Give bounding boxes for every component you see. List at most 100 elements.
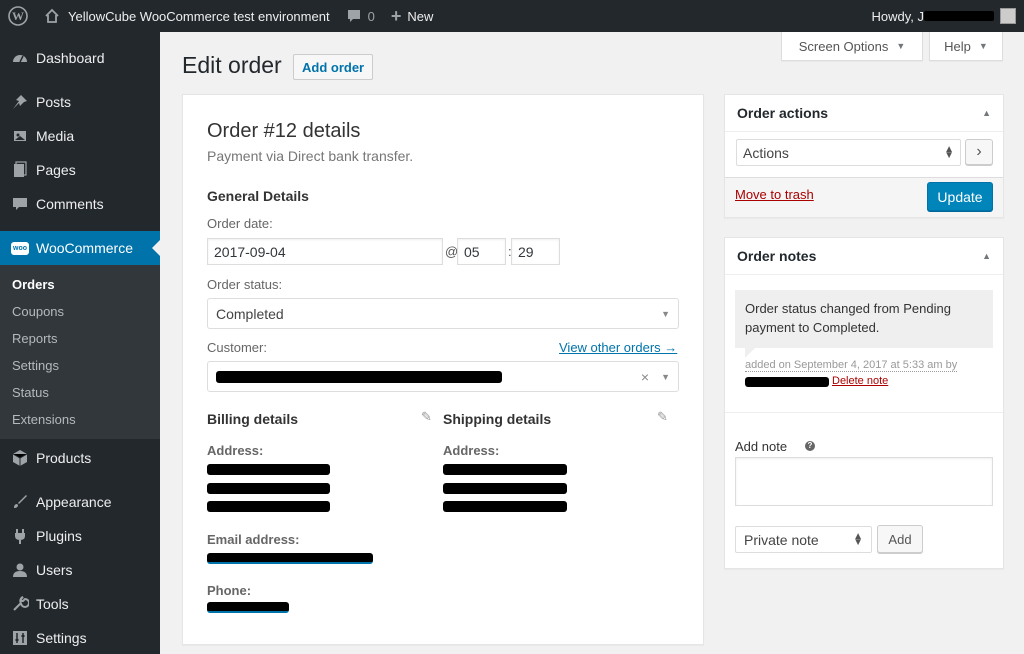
submenu-settings[interactable]: Settings: [0, 352, 160, 379]
note-type-value: Private note: [744, 531, 819, 548]
clear-customer-icon[interactable]: ×: [641, 369, 649, 385]
redacted-email-link[interactable]: [207, 553, 373, 564]
my-account-link[interactable]: Howdy, J: [864, 0, 1024, 32]
new-label: New: [407, 8, 434, 24]
pages-icon: [10, 160, 30, 180]
redacted-note-author: [745, 377, 829, 387]
menu-posts[interactable]: Posts: [0, 85, 160, 119]
order-notes-header[interactable]: Order notes ▲: [725, 238, 1003, 275]
note-bubble-tail: [745, 348, 755, 358]
delete-note-link[interactable]: Delete note: [832, 375, 888, 387]
wrench-icon: [10, 594, 30, 614]
avatar: [1000, 8, 1016, 24]
menu-woocommerce[interactable]: Woo WooCommerce: [0, 231, 160, 265]
user-icon: [10, 560, 30, 580]
help-button[interactable]: Help ▼: [929, 32, 1003, 61]
redacted-username: [924, 11, 994, 21]
woocommerce-icon: Woo: [10, 238, 30, 258]
add-order-button[interactable]: Add order: [293, 54, 374, 80]
menu-tools[interactable]: Tools: [0, 587, 160, 621]
media-icon: [10, 126, 30, 146]
note-type-select[interactable]: Private note ▲ ▼: [735, 526, 872, 553]
page-title: Edit order: [182, 52, 282, 78]
general-details-title: General Details: [207, 188, 309, 204]
comments-count: 0: [367, 8, 375, 24]
notes-divider: [725, 412, 1003, 413]
menu-plugins[interactable]: Plugins: [0, 519, 160, 553]
dropdown-arrow-icon: ▼: [661, 308, 670, 319]
admin-bar: W YellowCube WooCommerce test environmen…: [0, 0, 1024, 32]
order-note-content: Order status changed from Pending paymen…: [735, 290, 993, 348]
submenu-extensions[interactable]: Extensions: [0, 406, 160, 433]
plugin-icon: [10, 526, 30, 546]
menu-settings-label: Settings: [36, 630, 87, 646]
order-actions-header[interactable]: Order actions ▲: [725, 95, 1003, 132]
howdy-text: Howdy, J: [871, 8, 925, 24]
order-heading: Order #12 details: [207, 120, 361, 142]
move-to-trash-link[interactable]: Move to trash: [735, 187, 814, 202]
submenu-orders[interactable]: Orders: [0, 271, 160, 298]
order-minute-input[interactable]: 29: [511, 238, 560, 265]
menu-products[interactable]: Products: [0, 441, 160, 475]
redacted-phone-link[interactable]: [207, 602, 289, 613]
order-note-meta-text: added on September 4, 2017 at 5:33 am by: [745, 359, 958, 372]
plus-icon: +: [390, 5, 402, 26]
dropdown-arrow-icon: ▼: [661, 371, 670, 382]
order-hour-value: 05: [464, 243, 480, 260]
redacted-shipping-line-1: [443, 464, 567, 475]
edit-shipping-pencil-icon[interactable]: ✎: [657, 409, 668, 425]
site-name: YellowCube WooCommerce test environment: [68, 8, 330, 24]
order-actions-select[interactable]: Actions ▲ ▼: [736, 139, 961, 166]
edit-billing-pencil-icon[interactable]: ✎: [421, 409, 432, 425]
menu-appearance[interactable]: Appearance: [0, 485, 160, 519]
chevron-right-icon: ›: [976, 143, 982, 160]
apply-action-button[interactable]: ›: [965, 139, 993, 165]
paintbrush-icon: [10, 492, 30, 512]
comments-link[interactable]: 0: [338, 0, 383, 32]
order-note-text: Order status changed from Pending paymen…: [745, 301, 951, 335]
order-hour-input[interactable]: 05: [457, 238, 506, 265]
redacted-shipping-line-3: [443, 501, 567, 512]
order-date-input[interactable]: 2017-09-04: [207, 238, 443, 265]
menu-dashboard[interactable]: Dashboard: [0, 41, 160, 75]
wordpress-logo-icon[interactable]: W: [0, 0, 36, 32]
menu-tools-label: Tools: [36, 596, 69, 612]
email-address-label: Email address:: [207, 532, 300, 547]
order-actions-box: Order actions ▲ Actions ▲ ▼ › Move to tra…: [724, 94, 1004, 218]
menu-comments[interactable]: Comments: [0, 187, 160, 221]
menu-settings[interactable]: Settings: [0, 621, 160, 654]
collapse-arrow-icon[interactable]: ▲: [982, 251, 991, 261]
menu-media[interactable]: Media: [0, 119, 160, 153]
add-note-help-icon[interactable]: ?: [805, 441, 815, 451]
caret-down-icon: ▼: [896, 41, 906, 51]
submenu-reports[interactable]: Reports: [0, 325, 160, 352]
order-date-label: Order date:: [207, 216, 273, 231]
add-note-button[interactable]: Add: [877, 525, 923, 553]
menu-plugins-label: Plugins: [36, 528, 82, 544]
order-status-select[interactable]: Completed ▼: [207, 298, 679, 329]
menu-products-label: Products: [36, 450, 92, 466]
order-minute-value: 29: [518, 243, 534, 260]
order-actions-title: Order actions: [737, 105, 829, 121]
submenu-status[interactable]: Status: [0, 379, 160, 406]
pushpin-icon: [10, 92, 30, 112]
menu-appearance-label: Appearance: [36, 494, 112, 510]
menu-dashboard-label: Dashboard: [36, 50, 105, 66]
order-actions-value: Actions: [743, 144, 789, 161]
site-name-link[interactable]: YellowCube WooCommerce test environment: [36, 0, 338, 32]
collapse-arrow-icon[interactable]: ▲: [982, 108, 991, 118]
order-notes-box: Order notes ▲ Order status changed from …: [724, 237, 1004, 569]
customer-select[interactable]: × ▼: [207, 361, 679, 392]
view-other-orders-link[interactable]: View other orders →: [559, 340, 677, 355]
menu-users[interactable]: Users: [0, 553, 160, 587]
add-note-textarea[interactable]: [735, 457, 993, 506]
select-updown-icon: ▲ ▼: [944, 143, 954, 161]
new-content-link[interactable]: + New: [383, 0, 442, 32]
screen-options-button[interactable]: Screen Options ▼: [781, 32, 923, 61]
settings-sliders-icon: [10, 628, 30, 648]
add-note-label: Add note: [735, 439, 788, 454]
update-button[interactable]: Update: [927, 182, 993, 211]
menu-pages[interactable]: Pages: [0, 153, 160, 187]
submenu-coupons[interactable]: Coupons: [0, 298, 160, 325]
order-status-value: Completed: [216, 305, 284, 322]
